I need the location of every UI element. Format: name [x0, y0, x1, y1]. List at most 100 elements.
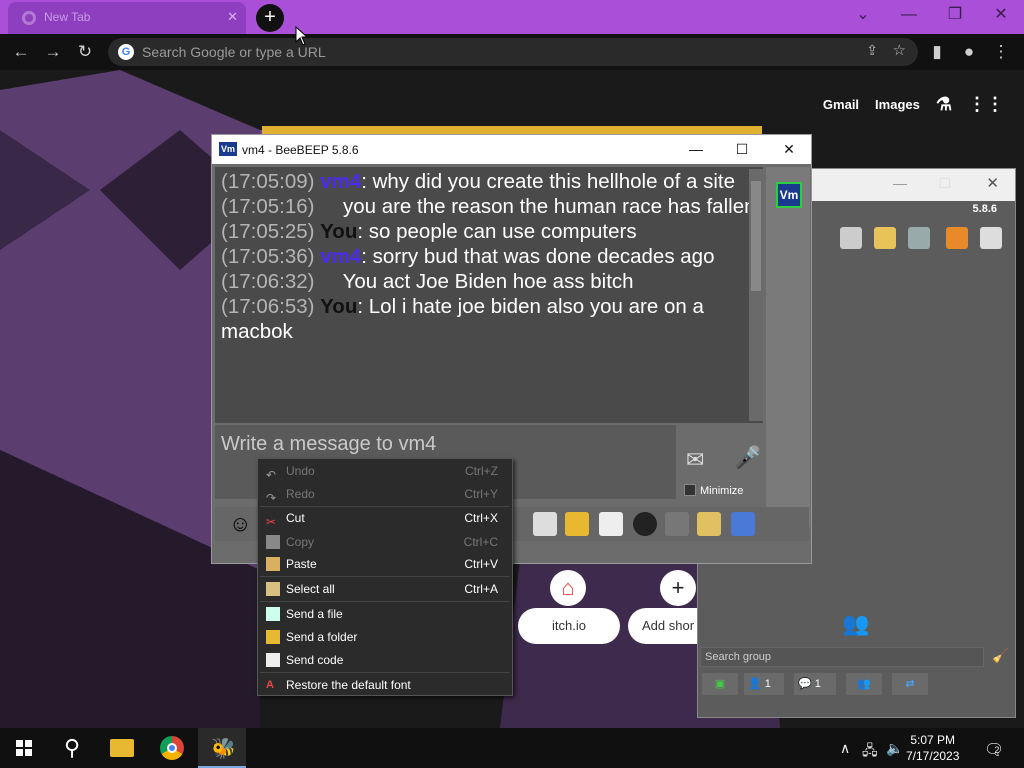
file-explorer-icon[interactable] [98, 728, 146, 768]
menu-item-select-all[interactable]: Select all Ctrl+A [258, 578, 512, 600]
menu-item-send-folder[interactable]: Send a folder [258, 626, 512, 648]
keyboard-icon[interactable] [665, 512, 689, 536]
back-button[interactable]: ← [8, 40, 34, 64]
send-message-icon[interactable]: ✉ [686, 447, 704, 473]
menu-item-label: Send code [286, 653, 344, 667]
forward-button[interactable]: → [40, 40, 66, 64]
tab-new-tab[interactable]: New Tab ✕ [8, 2, 246, 34]
gmail-link[interactable]: Gmail [823, 97, 859, 112]
send-file-icon[interactable] [533, 512, 557, 536]
address-bar[interactable]: G ⇪ ☆ [108, 38, 918, 66]
close-button[interactable]: ✕ [986, 174, 999, 192]
edit-icon[interactable] [874, 227, 896, 249]
clock-time: 5:07 PM [910, 733, 956, 747]
labs-icon[interactable]: ⚗ [936, 94, 952, 115]
start-button[interactable] [0, 728, 48, 768]
system-clock[interactable]: 5:07 PM 7/17/2023 [906, 732, 959, 764]
chats-count[interactable]: 💬 1 [794, 673, 836, 695]
undo-icon: ↶ [266, 468, 277, 482]
address-input[interactable] [142, 42, 842, 62]
chat-message: (17:05:16) you are the reason the human … [221, 194, 757, 219]
scrollbar-thumb[interactable] [751, 181, 761, 291]
message-separator: : [357, 220, 369, 243]
chats-count-value: 1 [814, 678, 821, 690]
restore-button[interactable]: ❐ [932, 0, 978, 30]
message-separator [320, 270, 342, 293]
notification-icon[interactable]: 🗨2 [984, 740, 1009, 760]
screenshot-icon[interactable] [633, 512, 657, 536]
volume-icon[interactable]: 🔈 [886, 740, 903, 757]
menu-separator [260, 601, 510, 602]
clear-icon[interactable]: 🧹 [992, 647, 1009, 664]
send-folder-icon[interactable] [565, 512, 589, 536]
menu-item-shortcut: Ctrl+C [463, 535, 498, 549]
users-count[interactable]: 👤 1 [744, 673, 784, 695]
minimize-checkbox[interactable] [684, 484, 696, 496]
chevron-down-icon[interactable]: ⌄ [840, 0, 886, 30]
window-icon[interactable] [731, 512, 755, 536]
minimize-button[interactable]: — [886, 0, 932, 30]
chat-scrollbar[interactable] [749, 169, 763, 421]
message-time: (17:06:32) [221, 270, 315, 293]
code-icon[interactable] [599, 512, 623, 536]
menu-item-shortcut: Ctrl+X [464, 511, 498, 525]
main-toolbar [812, 227, 1012, 253]
users-icon: 👥 [842, 611, 870, 636]
folder-icon[interactable] [946, 227, 968, 249]
menu-item-send-code[interactable]: Send code [258, 649, 512, 671]
minimize-button[interactable]: — [684, 139, 708, 159]
new-tab-button[interactable]: + [256, 4, 284, 32]
profile-icon[interactable]: ● [956, 40, 982, 64]
sidepanel-icon[interactable]: ▮ [924, 40, 950, 64]
chrome-taskbar-icon[interactable] [148, 728, 196, 768]
share-icon[interactable]: ⇪ [866, 42, 878, 59]
groups-icon[interactable]: 👥 [846, 673, 882, 695]
message-nick: vm4 [320, 245, 362, 268]
menu-item-restore-font[interactable]: A Restore the default font [258, 674, 512, 696]
notes-icon[interactable] [697, 512, 721, 536]
star-icon[interactable]: ☆ [893, 41, 906, 59]
maximize-button[interactable]: ☐ [730, 139, 754, 159]
clipboard-icon[interactable] [980, 227, 1002, 249]
menu-item-undo[interactable]: ↶ Undo Ctrl+Z [258, 460, 512, 482]
browser-toolbar: ← → ↻ G ⇪ ☆ ▮ ● ⋮ [0, 34, 1024, 70]
chevron-up-icon[interactable]: ∧ [840, 740, 850, 757]
chat-status-icon[interactable]: ▣ [702, 673, 738, 695]
message-nick: vm4 [320, 170, 362, 193]
emoji-icon[interactable]: ☺ [229, 511, 251, 537]
shortcut-itchio[interactable]: itch.io [518, 608, 620, 644]
microphone-icon[interactable]: 🎤 [734, 445, 761, 471]
menu-item-label: Paste [286, 557, 317, 571]
tools-icon[interactable] [908, 227, 930, 249]
redo-icon: ↷ [266, 491, 277, 505]
menu-item-copy[interactable]: Copy Ctrl+C [258, 531, 512, 553]
search-group-input[interactable]: Search group [700, 647, 984, 667]
itchio-icon[interactable]: ⌂ [550, 570, 586, 606]
menu-item-send-file[interactable]: Send a file [258, 603, 512, 625]
close-window-button[interactable]: ✕ [978, 0, 1024, 30]
minimize-button[interactable]: — [893, 175, 907, 191]
maximize-button[interactable]: ☐ [938, 175, 951, 192]
chat-message: (17:06:53) You: Lol i hate joe biden als… [221, 294, 757, 344]
menu-item-paste[interactable]: Paste Ctrl+V [258, 553, 512, 575]
user-avatar[interactable]: Vm [776, 182, 802, 208]
menu-item-label: Copy [286, 535, 315, 549]
search-icon[interactable]: ⚲ [48, 728, 96, 768]
close-icon[interactable]: ✕ [227, 9, 238, 25]
menu-icon[interactable]: ⋮ [988, 40, 1014, 64]
menu-item-redo[interactable]: ↷ Redo Ctrl+Y [258, 483, 512, 505]
menu-item-label: Send a file [286, 607, 343, 621]
close-button[interactable]: ✕ [777, 139, 801, 159]
apps-grid-icon[interactable]: ⋮⋮ [968, 94, 1004, 115]
message-text: You act Joe Biden hoe ass bitch [342, 270, 634, 293]
chat-message: (17:05:36) vm4: sorry bud that was done … [221, 244, 757, 269]
images-link[interactable]: Images [875, 97, 920, 112]
network-icon[interactable]: 🖧 [862, 740, 878, 764]
beebeep-taskbar-icon[interactable]: 🐝 [198, 728, 246, 768]
font-icon: A [266, 679, 274, 691]
share-status-icon[interactable]: ⇄ [892, 673, 928, 695]
envelope-icon[interactable] [840, 227, 862, 249]
menu-item-cut[interactable]: ✂ Cut Ctrl+X [258, 507, 512, 529]
reload-button[interactable]: ↻ [72, 40, 98, 64]
add-shortcut-icon[interactable]: + [660, 570, 696, 606]
